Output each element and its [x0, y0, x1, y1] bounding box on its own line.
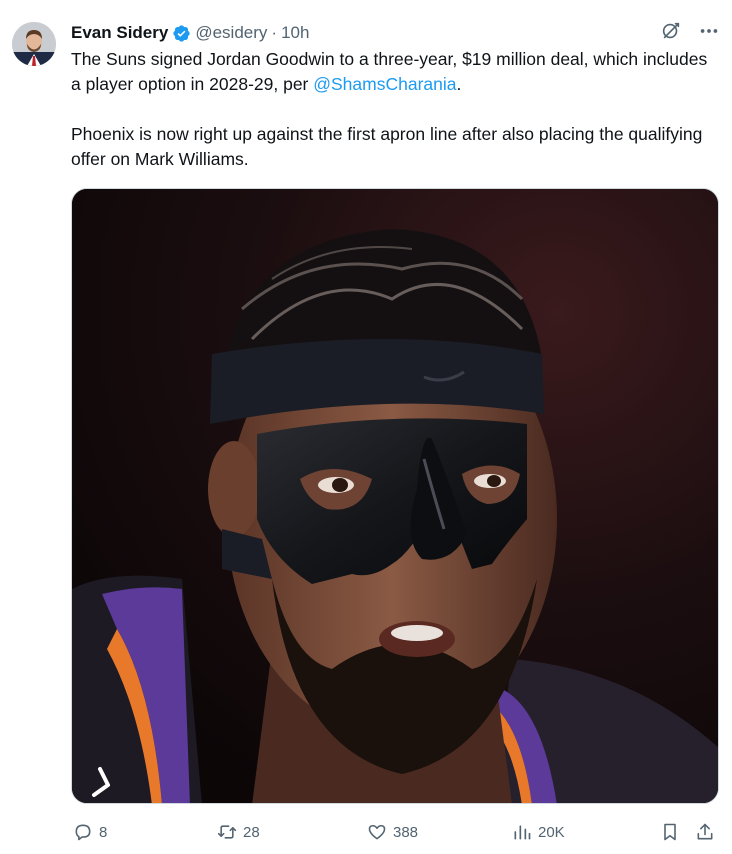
analytics-icon: [514, 825, 531, 840]
reply-icon: [75, 824, 91, 841]
grok-icon[interactable]: [660, 20, 682, 42]
retweet-icon: [217, 825, 237, 839]
views-button[interactable]: 20K: [512, 822, 565, 842]
author-handle[interactable]: @esidery: [195, 23, 267, 43]
share-button[interactable]: [695, 822, 715, 842]
tweet-paragraph-1: The Suns signed Jordan Goodwin to a thre…: [71, 47, 711, 97]
reply-button[interactable]: 8: [73, 822, 107, 842]
heart-icon: [368, 824, 386, 840]
tweet-actions-bar: 8 28 388 20K: [71, 818, 721, 846]
like-button[interactable]: 388: [367, 822, 418, 842]
tweet-paragraph-2: Phoenix is now right up against the firs…: [71, 124, 703, 169]
avatar-photo-icon: [12, 22, 56, 66]
retweet-button[interactable]: 28: [217, 822, 260, 842]
tweet-timestamp[interactable]: 10h: [281, 23, 309, 43]
tweet-media-image[interactable]: [71, 188, 719, 804]
retweet-count: 28: [243, 823, 260, 841]
bookmark-icon: [664, 823, 676, 841]
view-count: 20K: [538, 823, 565, 841]
tweet-text-period: .: [456, 74, 462, 94]
verified-badge-icon: [172, 24, 191, 43]
bookmark-button[interactable]: [660, 822, 680, 842]
tweet-top-icons: [660, 20, 720, 42]
mention-link[interactable]: @ShamsCharania: [313, 74, 456, 94]
tweet-header: Evan Sidery @esidery · 10h: [71, 22, 309, 44]
reply-count: 8: [99, 823, 108, 841]
tweet-card[interactable]: Evan Sidery @esidery · 10h The Suns sign…: [0, 0, 732, 854]
author-name[interactable]: Evan Sidery: [71, 23, 168, 43]
tweet-text: The Suns signed Jordan Goodwin to a thre…: [71, 47, 711, 172]
author-avatar[interactable]: [12, 22, 56, 66]
separator-dot: ·: [271, 23, 278, 42]
more-options-icon[interactable]: [698, 20, 720, 42]
player-photo: [72, 189, 718, 803]
share-icon: [697, 823, 713, 840]
like-count: 388: [393, 823, 419, 841]
